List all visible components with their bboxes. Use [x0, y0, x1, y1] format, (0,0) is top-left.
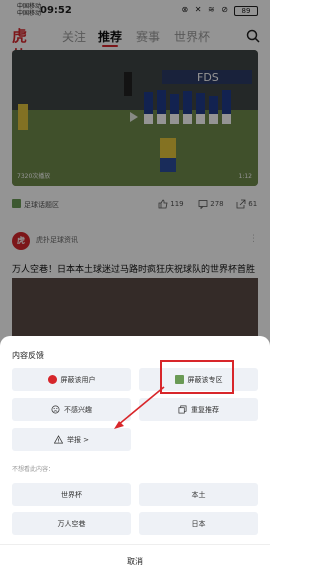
report-button[interactable]: 举报 > [12, 428, 131, 451]
highlight-annotation [160, 360, 234, 394]
annotation-arrow [114, 386, 165, 429]
topic-chip[interactable]: 本土 [139, 483, 258, 506]
sheet-divider [0, 544, 270, 545]
cancel-button[interactable]: 取消 [0, 549, 270, 575]
warning-icon [53, 435, 63, 444]
topic-chip[interactable]: 世界杯 [12, 483, 131, 506]
block-user-label: 屏蔽该用户 [60, 375, 96, 384]
topic-chip[interactable]: 万人空巷 [12, 512, 131, 535]
user-block-icon [47, 375, 57, 384]
topic-label: 万人空巷 [57, 519, 86, 528]
topic-label: 日本 [191, 519, 206, 528]
duplicate-rec-label: 重复推荐 [191, 405, 219, 414]
report-label: 举报 > [66, 435, 90, 444]
not-interested-label: 不感兴趣 [64, 405, 92, 414]
sheet-title: 内容反馈 [12, 351, 44, 360]
duplicate-icon [178, 405, 187, 414]
topic-hint: 不想看此内容： [12, 466, 55, 473]
topic-label: 本土 [191, 490, 206, 499]
sad-face-icon [51, 405, 60, 414]
topic-chip[interactable]: 日本 [139, 512, 258, 535]
topic-label: 世界杯 [61, 490, 82, 499]
